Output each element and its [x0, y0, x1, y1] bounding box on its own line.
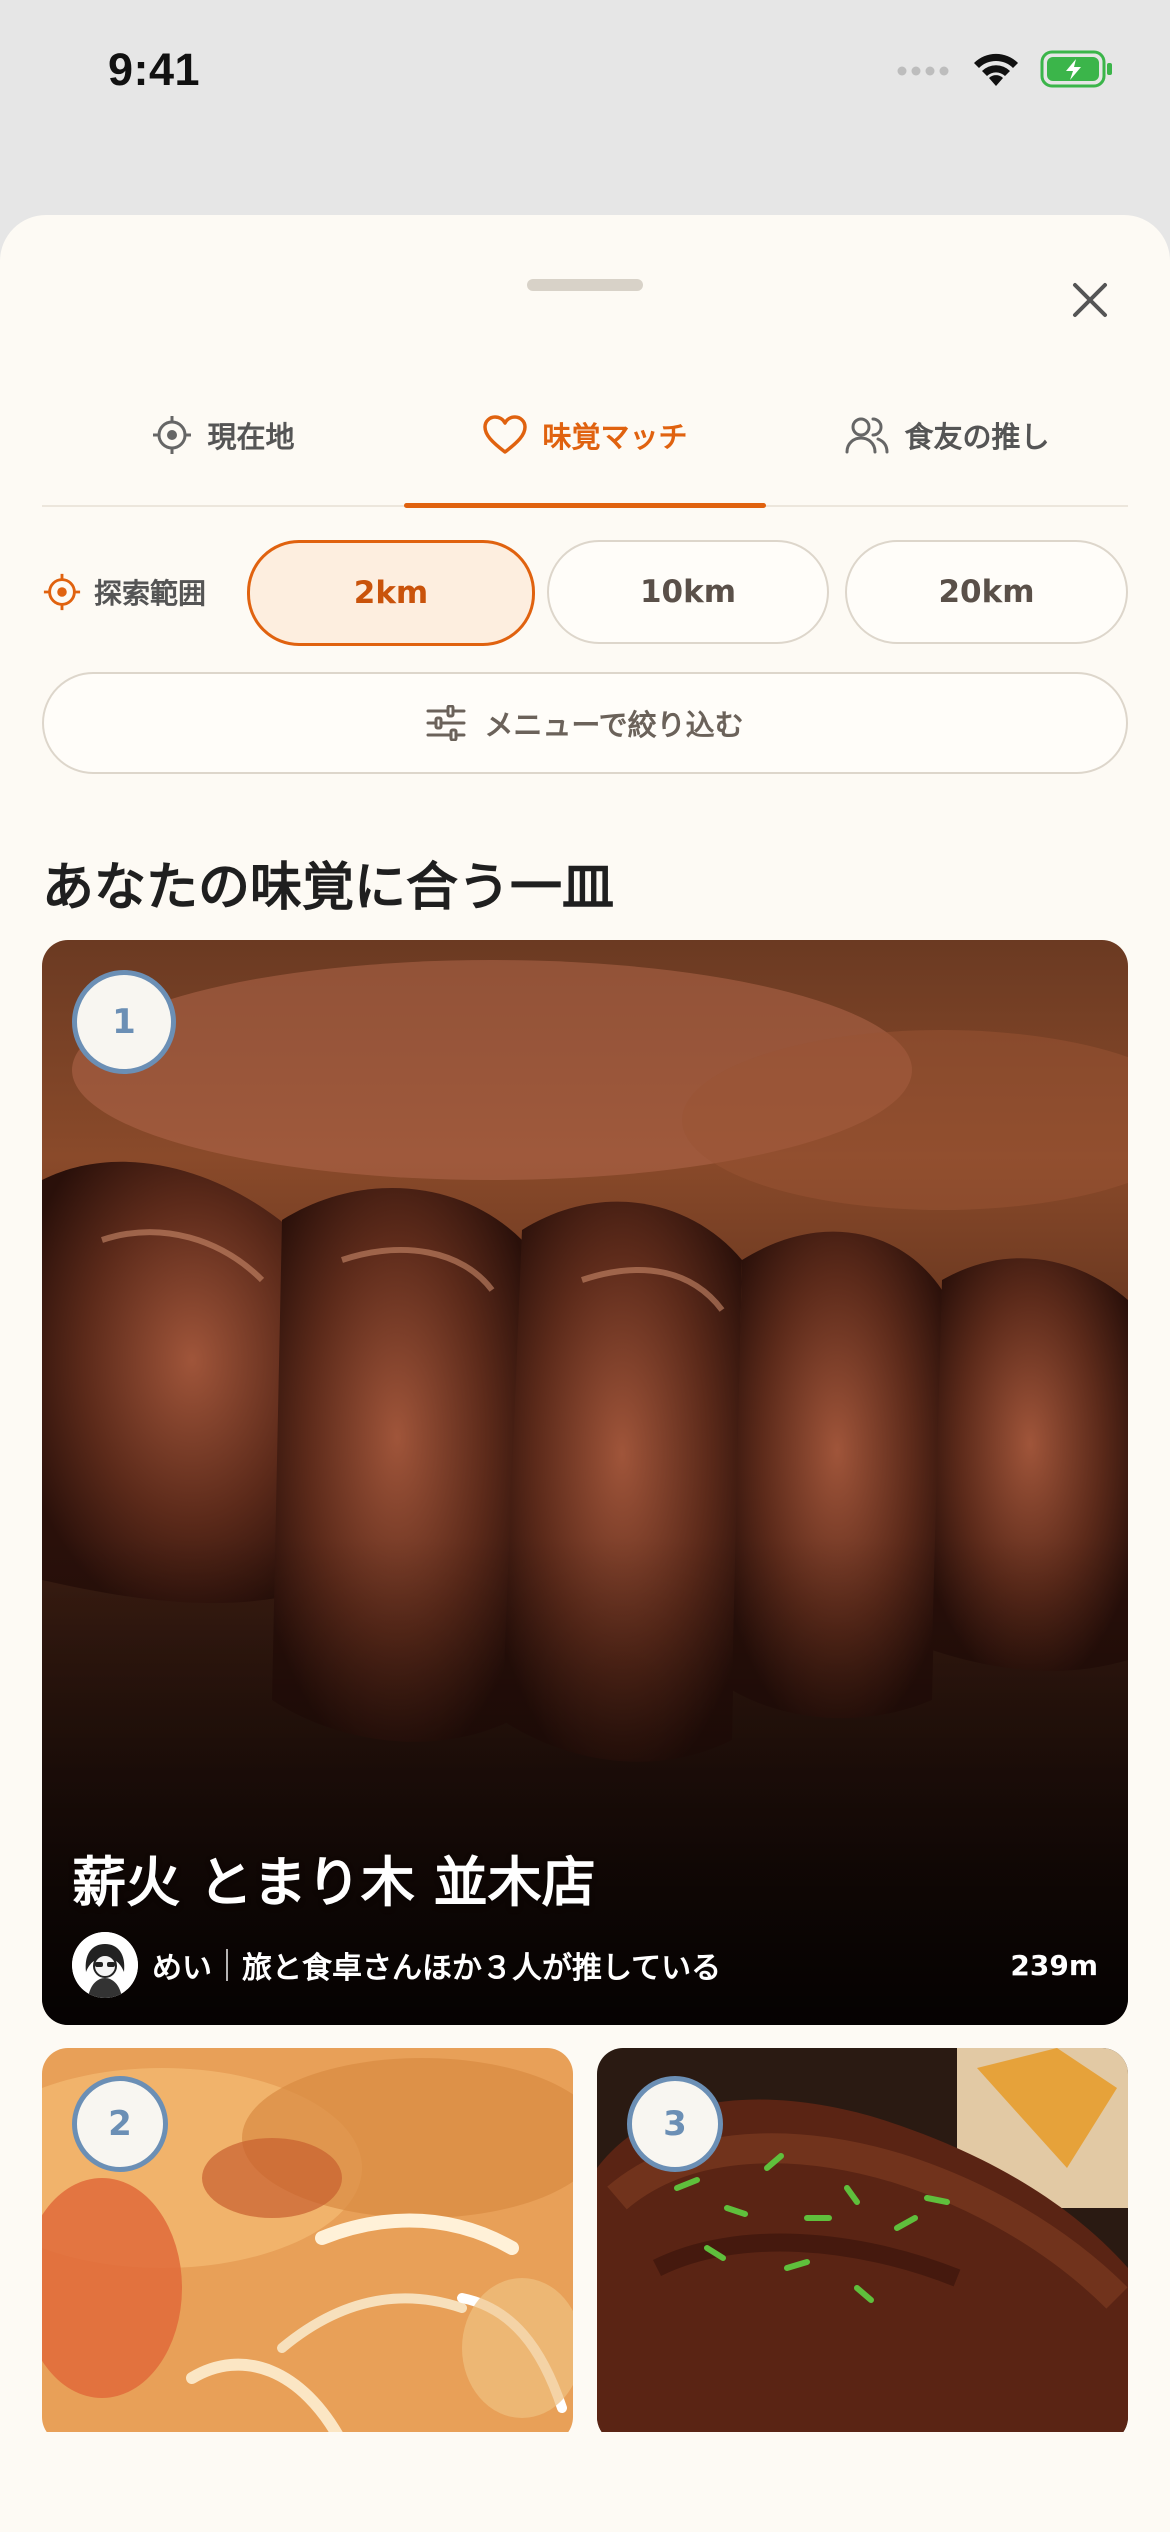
cellular-signal-icon	[897, 66, 949, 76]
tab-current-location[interactable]: 現在地	[42, 365, 404, 505]
rank-badge: 3	[627, 2076, 723, 2172]
tab-bar: 現在地 味覚マッチ 食友の推し	[42, 365, 1128, 508]
close-icon	[1073, 283, 1107, 317]
user-avatar-icon	[72, 1932, 138, 1998]
sliders-icon	[426, 705, 466, 741]
sheet-grabber-handle[interactable]	[527, 279, 643, 291]
distance-label: 239m	[1010, 1948, 1098, 1982]
avatar	[72, 1932, 138, 1998]
search-range-label: 探索範囲	[42, 540, 206, 644]
restaurant-card-2[interactable]: 2	[42, 2048, 573, 2443]
tab-taste-match[interactable]: 味覚マッチ	[404, 365, 766, 505]
rank-badge: 1	[72, 970, 176, 1074]
restaurant-name: 薪火 とまり木 並木店	[72, 1851, 596, 1914]
status-bar: 9:41	[0, 0, 1170, 150]
restaurant-card-3[interactable]: 3	[597, 2048, 1128, 2443]
section-title: あなたの味覚に合う一皿	[42, 858, 615, 918]
active-tab-indicator	[404, 503, 766, 508]
bottom-sheet: 現在地 味覚マッチ 食友の推し 探索範囲 2km 10km 20km メニューで…	[0, 215, 1170, 2532]
bottom-fade	[0, 2432, 1170, 2532]
search-range-row: 探索範囲 2km 10km 20km	[42, 540, 1128, 646]
target-icon	[153, 416, 192, 454]
close-button[interactable]	[1060, 270, 1120, 330]
rank-badge: 2	[72, 2076, 168, 2172]
range-option-10km[interactable]: 10km	[547, 540, 829, 644]
range-option-20km[interactable]: 20km	[845, 540, 1128, 644]
recommendation-text: 旅と食卓さんほか３人が推している	[242, 1951, 722, 1986]
heart-icon	[483, 415, 528, 454]
menu-filter-button[interactable]: メニューで絞り込む	[42, 672, 1128, 774]
status-icons	[896, 50, 1114, 88]
menu-filter-label: メニューで絞り込む	[484, 708, 744, 742]
tab-label: 現在地	[207, 420, 295, 454]
users-icon	[845, 417, 889, 454]
target-icon	[43, 573, 81, 611]
tab-label: 食友の推し	[904, 420, 1050, 454]
status-time: 9:41	[108, 44, 201, 95]
recommender-name: めい	[152, 1951, 212, 1986]
range-option-2km[interactable]: 2km	[247, 540, 535, 646]
search-range-text: 探索範囲	[94, 577, 207, 610]
tab-friends-picks[interactable]: 食友の推し	[766, 365, 1128, 505]
tab-label: 味覚マッチ	[542, 420, 688, 454]
recommendation-meta: めい 旅と食卓さんほか３人が推している 239m	[72, 1930, 1098, 2000]
restaurant-card-1[interactable]: 1 薪火 とまり木 並木店 めい 旅と食卓さんほか３人が推している 239m	[42, 940, 1128, 2025]
meta-divider	[226, 1949, 228, 1981]
wifi-icon	[974, 53, 1018, 86]
battery-charging-icon	[1040, 50, 1112, 88]
